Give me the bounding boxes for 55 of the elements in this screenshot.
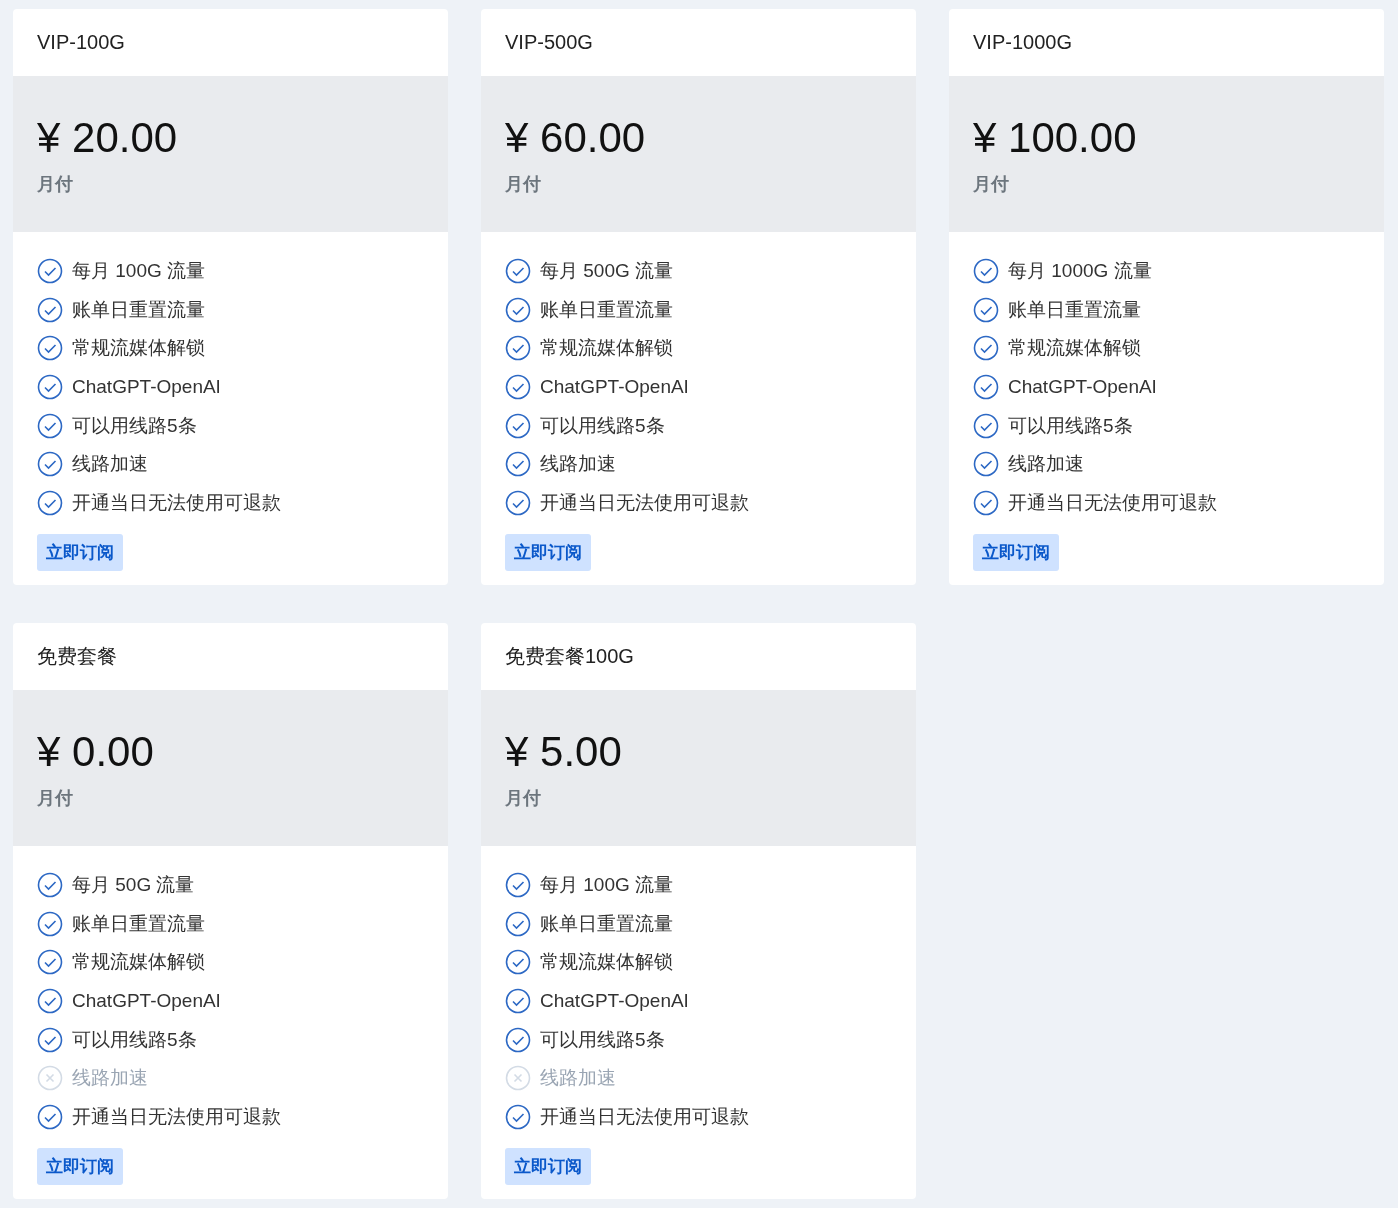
feature-text: 每月 500G 流量	[540, 259, 674, 284]
plan-name: VIP-100G	[37, 31, 125, 54]
subscribe-button[interactable]: 立即订阅	[505, 1148, 591, 1186]
feature-text: 可以用线路5条	[1008, 413, 1133, 438]
billing-period: 月付	[37, 173, 73, 196]
feature-text: 线路加速	[72, 452, 148, 477]
feature-text: 账单日重置流量	[540, 911, 673, 936]
feature-text: 常规流媒体解锁	[540, 950, 673, 975]
price-amount: ¥ 5.00	[505, 728, 622, 776]
feature-text: 常规流媒体解锁	[540, 336, 673, 361]
feature-text: 账单日重置流量	[72, 911, 205, 936]
feature-text: 每月 100G 流量	[72, 259, 206, 284]
feature-text: 可以用线路5条	[540, 413, 665, 438]
plan-name: 免费套餐	[37, 644, 117, 669]
plan-name: VIP-1000G	[973, 31, 1072, 54]
feature-text: 每月 100G 流量	[540, 873, 674, 898]
feature-text: 开通当日无法使用可退款	[540, 1104, 749, 1129]
feature-text: 开通当日无法使用可退款	[540, 490, 749, 515]
feature-text: 开通当日无法使用可退款	[72, 1104, 281, 1129]
subscribe-button[interactable]: 立即订阅	[37, 534, 123, 572]
feature-text: 可以用线路5条	[72, 1027, 197, 1052]
feature-text: 常规流媒体解锁	[72, 950, 205, 975]
feature-text: 开通当日无法使用可退款	[1008, 490, 1217, 515]
feature-text: 线路加速	[540, 1066, 616, 1091]
billing-period: 月付	[505, 787, 541, 810]
subscribe-button[interactable]: 立即订阅	[37, 1148, 123, 1186]
feature-text: 每月 1000G 流量	[1008, 259, 1152, 284]
price-amount: ¥ 20.00	[37, 114, 178, 162]
feature-text: ChatGPT-OpenAI	[72, 990, 221, 1013]
feature-text: 常规流媒体解锁	[1008, 336, 1141, 361]
feature-text: 线路加速	[1008, 452, 1084, 477]
feature-text: 常规流媒体解锁	[72, 336, 205, 361]
feature-text: ChatGPT-OpenAI	[72, 376, 221, 399]
feature-text: 账单日重置流量	[72, 297, 205, 322]
plan-name: 免费套餐100G	[505, 644, 634, 669]
billing-period: 月付	[505, 173, 541, 196]
billing-period: 月付	[973, 173, 1009, 196]
subscribe-button[interactable]: 立即订阅	[973, 534, 1059, 572]
feature-text: 每月 50G 流量	[72, 873, 195, 898]
feature-text: 可以用线路5条	[540, 1027, 665, 1052]
feature-text: 可以用线路5条	[72, 413, 197, 438]
feature-text: 账单日重置流量	[540, 297, 673, 322]
price-amount: ¥ 60.00	[505, 114, 646, 162]
subscribe-button[interactable]: 立即订阅	[505, 534, 591, 572]
price-amount: ¥ 100.00	[973, 114, 1137, 162]
feature-text: ChatGPT-OpenAI	[540, 376, 689, 399]
feature-text: 开通当日无法使用可退款	[72, 490, 281, 515]
feature-text: 账单日重置流量	[1008, 297, 1141, 322]
price-amount: ¥ 0.00	[37, 728, 154, 776]
feature-text: ChatGPT-OpenAI	[540, 990, 689, 1013]
feature-text: 线路加速	[72, 1066, 148, 1091]
feature-text: 线路加速	[540, 452, 616, 477]
plan-name: VIP-500G	[505, 31, 593, 54]
billing-period: 月付	[37, 787, 73, 810]
feature-text: ChatGPT-OpenAI	[1008, 376, 1157, 399]
